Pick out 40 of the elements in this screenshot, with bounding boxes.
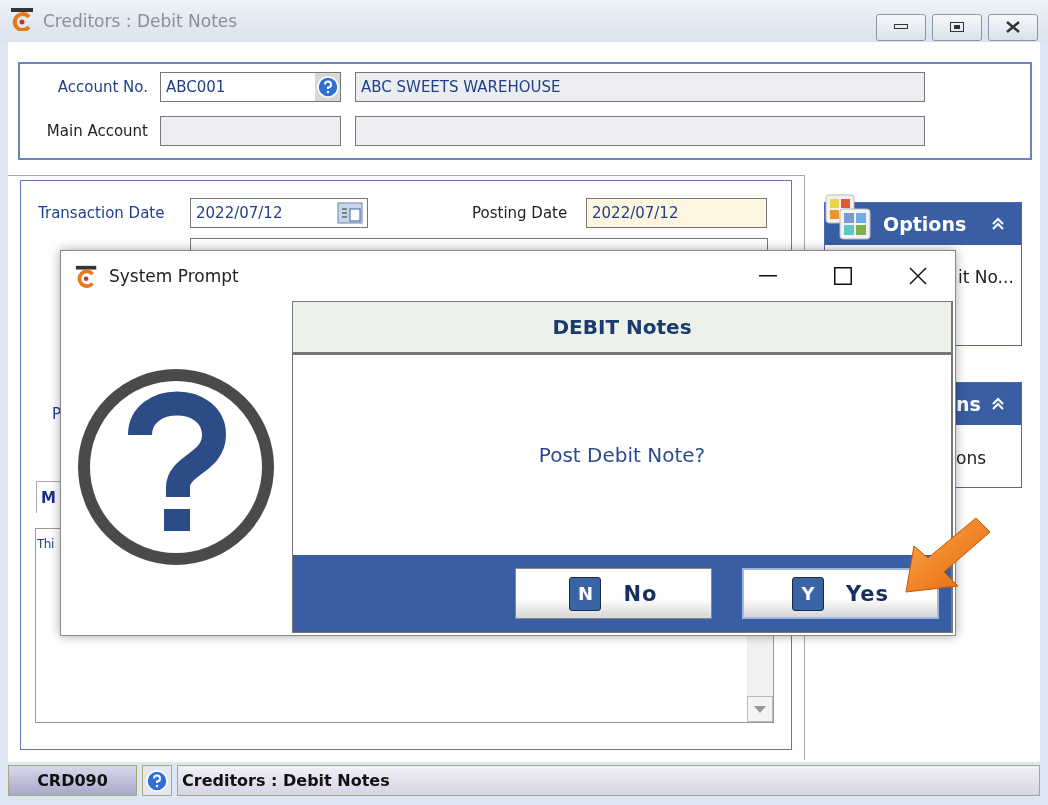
collapse-icon bbox=[991, 397, 1005, 411]
panel-item[interactable]: ons bbox=[956, 448, 987, 468]
window-title: Creditors : Debit Notes bbox=[43, 11, 238, 31]
help-icon bbox=[146, 769, 168, 792]
minimize-button[interactable] bbox=[876, 13, 926, 41]
maximize-icon bbox=[833, 267, 852, 285]
dialog-heading: DEBIT Notes bbox=[552, 315, 692, 339]
panel-title: ns bbox=[956, 393, 981, 415]
field-label: Main Account bbox=[45, 122, 148, 140]
dialog-title: System Prompt bbox=[109, 266, 239, 286]
calendar-icon bbox=[337, 202, 363, 224]
field-label: P bbox=[52, 405, 63, 423]
scroll-down-button[interactable] bbox=[747, 696, 773, 722]
notes-text: Thi bbox=[37, 537, 54, 551]
down-arrow-icon bbox=[754, 705, 766, 713]
help-button[interactable] bbox=[142, 765, 172, 796]
field-label: Account No. bbox=[56, 78, 148, 96]
minimize-icon bbox=[758, 275, 777, 277]
close-icon bbox=[908, 267, 927, 285]
restore-icon bbox=[950, 22, 964, 32]
tiles-icon bbox=[825, 194, 871, 240]
dialog-message: Post Debit Note? bbox=[538, 443, 706, 467]
close-icon bbox=[1005, 21, 1021, 33]
account-name-field: ABC SWEETS WAREHOUSE bbox=[355, 72, 925, 102]
app-logo-icon bbox=[10, 7, 36, 31]
restore-button[interactable] bbox=[932, 13, 982, 41]
form-code: CRD090 bbox=[8, 765, 137, 796]
panel-title: Options bbox=[883, 213, 967, 235]
collapse-icon bbox=[991, 217, 1005, 231]
minimize-icon bbox=[894, 24, 908, 30]
transaction-date-field[interactable]: 2022/07/12 bbox=[190, 198, 368, 228]
status-title: Creditors : Debit Notes bbox=[177, 765, 1040, 796]
app-logo-icon bbox=[75, 264, 99, 288]
close-button[interactable] bbox=[988, 13, 1038, 41]
posting-date-field: 2022/07/12 bbox=[586, 198, 767, 228]
field-label: Posting Date bbox=[472, 204, 569, 222]
dialog-button[interactable]: N No bbox=[515, 568, 712, 619]
field-label: Transaction Date bbox=[38, 204, 166, 222]
dialog-button[interactable]: Y Yes bbox=[742, 568, 939, 619]
panel-item[interactable]: it No... bbox=[958, 267, 1014, 287]
